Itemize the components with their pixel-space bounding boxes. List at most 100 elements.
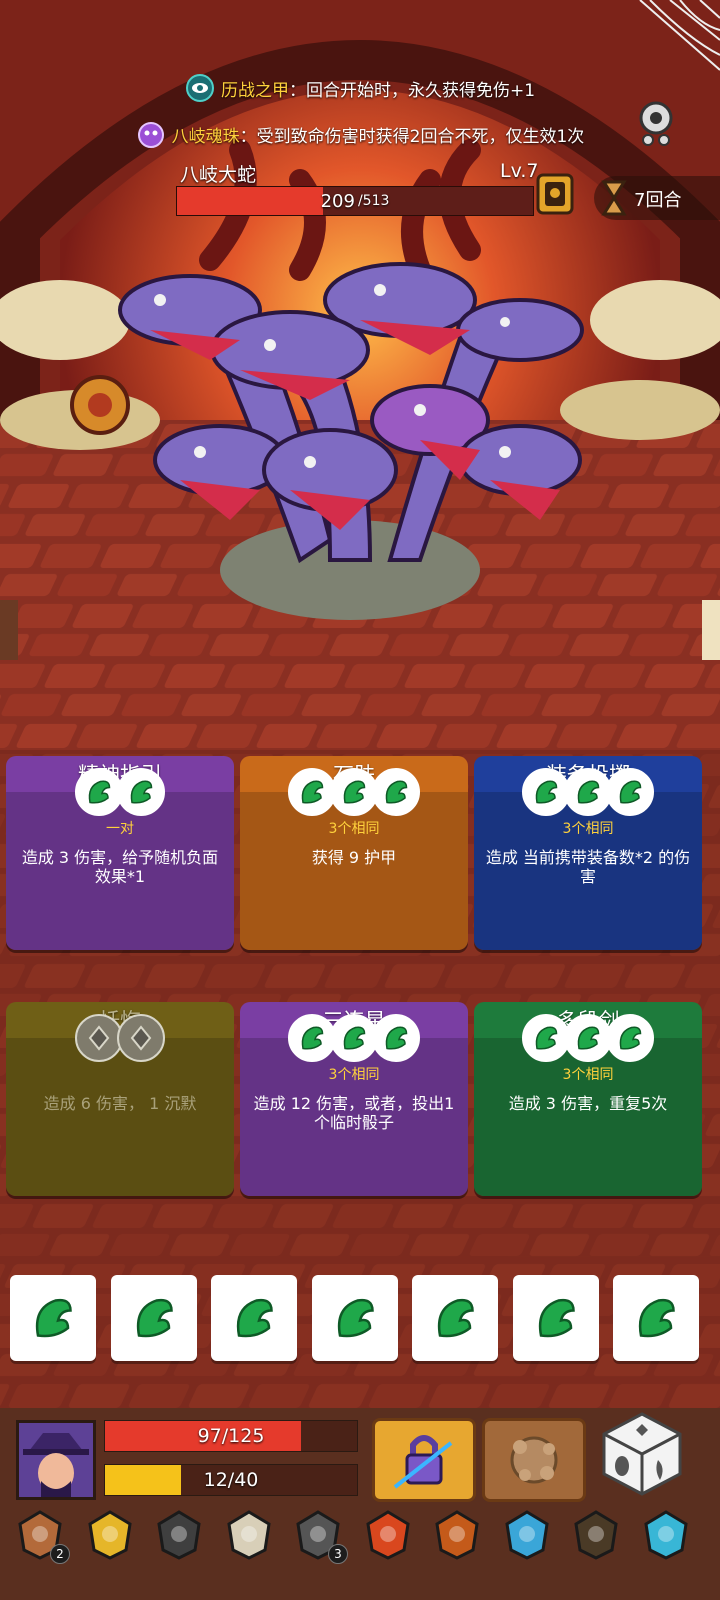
leaf-icon — [301, 1026, 324, 1050]
effect-name: 八岐魂珠 — [171, 126, 240, 147]
equipment-slot[interactable] — [151, 1506, 207, 1562]
crystal-crown-icon — [504, 1510, 549, 1560]
lock-icon — [393, 1435, 453, 1489]
dice-slot — [564, 768, 612, 816]
equipment-slot[interactable] — [221, 1506, 277, 1562]
dice-slot — [522, 768, 570, 816]
explosion-icon — [510, 1436, 558, 1484]
equipment-slot[interactable] — [499, 1506, 555, 1562]
boss-hp-bar: 209 /513 — [176, 186, 534, 216]
purple-orb-icon — [137, 122, 164, 148]
collar-armor-icon — [157, 1510, 201, 1560]
skill-card[interactable]: 装备投掷3个相同造成 当前携带装备数*2 的伤害 — [474, 756, 702, 950]
skill-card-description: 获得 9 护甲 — [311, 848, 397, 867]
boss-hp-current: 209 — [320, 190, 355, 212]
rolled-die[interactable] — [211, 1275, 297, 1361]
dice-requirement: 3个相同 — [562, 1067, 614, 1083]
eye-shield-icon — [185, 74, 214, 102]
dice-slot-row — [6, 768, 234, 816]
leaf-icon — [136, 1298, 173, 1338]
dice-slot-row — [240, 768, 468, 816]
dice-slot — [75, 768, 123, 816]
dice-slot — [606, 768, 654, 816]
equipment-slot[interactable] — [360, 1506, 416, 1562]
skill-card[interactable]: 三连星3个相同造成 12 伤害，或者，投出1个临时骰子 — [240, 1002, 468, 1196]
equipment-count-badge: 2 — [50, 1544, 70, 1564]
round-counter: 7回合 — [634, 190, 682, 211]
rolled-die[interactable] — [613, 1275, 699, 1361]
rolled-die[interactable] — [10, 1275, 96, 1361]
leaf-icon — [35, 1298, 72, 1338]
player-portrait-avatar[interactable] — [16, 1420, 96, 1500]
effect-name: 历战之甲 — [220, 80, 289, 101]
dice-slot — [564, 1014, 612, 1062]
dice-slot — [117, 768, 165, 816]
skill-card[interactable]: 多段剑3个相同造成 3 伤害，重复5次 — [474, 1002, 702, 1196]
leaf-icon — [577, 780, 600, 804]
skill-card-description: 造成 6 伤害， 1 沉默 — [43, 1094, 197, 1113]
dice-requirement: 3个相同 — [328, 1067, 380, 1083]
roll-dice-button[interactable] — [596, 1408, 688, 1500]
dice-slot — [117, 1014, 165, 1062]
dark-wing-icon — [574, 1510, 618, 1560]
boss-level: Lv.7 — [500, 160, 539, 182]
settings-gear-icon[interactable] — [636, 98, 676, 148]
leaf-icon — [88, 780, 111, 804]
boss-name: 八岐大蛇 — [180, 164, 257, 186]
rolled-die[interactable] — [311, 1275, 398, 1361]
leaf-icon — [535, 780, 558, 804]
wizard-portrait-icon — [19, 1423, 93, 1497]
dice-requirement: 一对 — [106, 821, 134, 837]
effect-text: 回合开始时，永久获得免伤+1 — [305, 80, 536, 101]
effect-text: 受到致命伤害时获得2回合不死，仅生效1次 — [256, 126, 585, 147]
scroll-icon — [226, 1510, 271, 1560]
equipment-slot[interactable] — [82, 1506, 138, 1562]
dice-slot — [372, 768, 420, 816]
leaf-icon — [535, 1026, 558, 1050]
equipment-slot[interactable] — [429, 1506, 485, 1562]
dice-slot — [606, 1014, 654, 1062]
leaf-icon — [577, 1026, 600, 1050]
dice-slot — [330, 768, 378, 816]
leaf-icon — [437, 1298, 474, 1338]
effect-line-armor: 历战之甲 ： 回合开始时，永久获得免伤+1 — [0, 68, 720, 108]
skill-card-description: 造成 3 伤害，重复5次 — [508, 1094, 668, 1113]
boss-hp-max: /513 — [357, 193, 390, 209]
equipment-slot[interactable] — [568, 1506, 624, 1562]
equipment-count-badge: 3 — [328, 1544, 348, 1564]
skill-card: 忏悔 造成 6 伤害， 1 沉默 — [6, 1002, 234, 1196]
leaf-icon — [236, 1298, 273, 1338]
diamond-icon — [88, 1025, 110, 1051]
skill-card-description: 造成 12 伤害，或者，投出1个临时骰子 — [253, 1094, 455, 1132]
leaf-icon — [343, 1026, 366, 1050]
skill-card-description: 造成 当前携带装备数*2 的伤害 — [485, 848, 691, 886]
blue-flame-icon — [643, 1510, 688, 1560]
horn-icon — [365, 1510, 410, 1560]
boss-info-card-icon[interactable] — [536, 173, 574, 215]
leaf-icon — [619, 1026, 642, 1050]
equipment-slot[interactable]: 3 — [290, 1506, 348, 1564]
dice-requirement: 3个相同 — [562, 821, 614, 837]
rolled-die[interactable] — [412, 1275, 498, 1361]
player-hp-text: 97/125 — [197, 1425, 265, 1447]
equipment-slot[interactable]: 2 — [12, 1506, 70, 1564]
equipment-slot[interactable] — [638, 1506, 694, 1562]
player-hp-bar: 97/125 — [104, 1420, 358, 1452]
dice-slot — [522, 1014, 570, 1062]
dice-slot — [288, 768, 336, 816]
explode-dice-button[interactable] — [482, 1418, 586, 1502]
crown-helmet-icon — [87, 1510, 132, 1560]
effect-line-orb: 八岐魂珠 ： 受到致命伤害时获得2回合不死，仅生效1次 — [0, 114, 720, 154]
leaf-icon — [343, 780, 366, 804]
lock-dice-button[interactable] — [372, 1418, 476, 1502]
dice-slot — [75, 1014, 123, 1062]
rolled-die[interactable] — [110, 1275, 197, 1361]
ring-icon — [435, 1510, 479, 1560]
dice-slot-row — [474, 768, 702, 816]
rolled-die[interactable] — [512, 1275, 599, 1361]
skill-card-description: 造成 3 伤害，给予随机负面效果*1 — [21, 848, 219, 886]
leaf-icon — [638, 1298, 675, 1338]
leaf-icon — [538, 1298, 575, 1338]
skill-card[interactable]: 石肤3个相同获得 9 护甲 — [240, 756, 468, 950]
skill-card[interactable]: 精神指引 一对 造成 3 伤害，给予随机负面效果*1 — [6, 756, 234, 950]
